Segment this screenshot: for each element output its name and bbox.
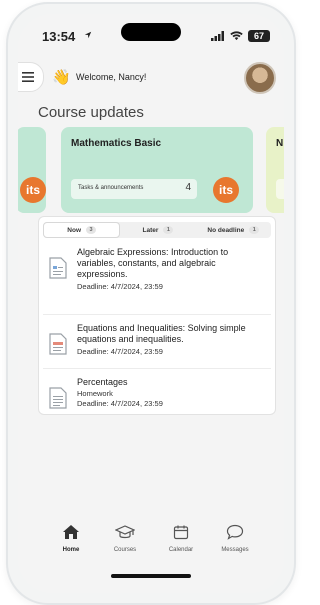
course-title-peek: N <box>276 138 284 149</box>
calendar-icon <box>173 525 189 540</box>
top-bar: 👋 Welcome, Nancy! <box>18 54 284 98</box>
course-card-previous[interactable]: its <box>18 127 46 213</box>
document-icon <box>49 333 67 355</box>
document-icon <box>49 257 67 279</box>
document-icon <box>49 387 67 409</box>
location-arrow-icon <box>84 31 92 39</box>
tasks-announcements-badge[interactable]: Tasks & announcements 4 <box>71 179 197 199</box>
assignment-item[interactable]: Percentages Homework Deadline: 4/7/2024,… <box>43 377 271 413</box>
tab-later[interactable]: Later 1 <box>120 222 195 238</box>
course-logo: its <box>20 177 46 203</box>
tasks-badge-peek <box>276 179 284 199</box>
assignment-title: Equations and Inequalities: Solving simp… <box>77 323 246 344</box>
tab-label: No deadline <box>207 226 245 234</box>
welcome-text: Welcome, Nancy! <box>76 72 147 82</box>
tasks-label: Tasks & announcements <box>78 185 144 191</box>
tab-label: Later <box>142 226 159 234</box>
nav-home[interactable]: Home <box>45 524 97 553</box>
tab-no-deadline[interactable]: No deadline 1 <box>196 222 271 238</box>
tab-label: Now <box>67 226 82 234</box>
chat-bubble-icon <box>226 524 244 540</box>
hamburger-icon <box>22 72 34 82</box>
tab-count: 1 <box>163 226 174 234</box>
course-logo: its <box>213 177 239 203</box>
status-time: 13:54 <box>42 29 76 44</box>
avatar[interactable] <box>244 62 276 94</box>
divider <box>43 368 271 369</box>
assignment-deadline: Deadline: 4/7/2024, 23:59 <box>77 347 163 356</box>
status-bar: 13:54 67 <box>18 29 284 49</box>
nav-messages[interactable]: Messages <box>209 524 261 553</box>
app-screen: 13:54 67 👋 Welcome, Nancy! Course update… <box>18 14 284 593</box>
nav-label: Courses <box>113 547 137 553</box>
assignment-deadline: Deadline: 4/7/2024, 23:59 <box>77 398 163 408</box>
course-title: Mathematics Basic <box>71 138 162 149</box>
assignments-panel: Now 3 Later 1 No deadline 1 Algebraic Ex… <box>38 216 276 415</box>
assignment-item[interactable]: Equations and Inequalities: Solving simp… <box>43 323 271 367</box>
tasks-count: 4 <box>185 182 191 193</box>
divider <box>43 314 271 315</box>
bottom-navigation: Home Courses Calendar Messages <box>18 524 284 564</box>
nav-courses[interactable]: Courses <box>99 524 151 553</box>
nav-label: Home <box>62 547 80 553</box>
battery-indicator: 67 <box>248 30 270 42</box>
nav-label: Calendar <box>168 547 194 553</box>
deadline-tabs: Now 3 Later 1 No deadline 1 <box>43 222 271 238</box>
course-card-next[interactable]: N <box>266 127 284 213</box>
waving-hand-icon: 👋 <box>52 69 71 86</box>
home-icon <box>63 525 79 539</box>
page-title: Course updates <box>38 104 144 121</box>
signal-icon <box>211 31 224 41</box>
wifi-icon <box>230 31 243 41</box>
tab-now[interactable]: Now 3 <box>43 222 121 238</box>
assignment-deadline: Deadline: 4/7/2024, 23:59 <box>77 282 163 291</box>
graduation-cap-icon <box>114 525 136 539</box>
nav-calendar[interactable]: Calendar <box>155 524 207 553</box>
course-card-mathematics-basic[interactable]: Mathematics Basic Tasks & announcements … <box>61 127 253 213</box>
tab-count: 1 <box>249 226 260 234</box>
phone-frame: 13:54 67 👋 Welcome, Nancy! Course update… <box>6 2 296 605</box>
assignment-type: Homework <box>77 389 113 398</box>
menu-button[interactable] <box>18 62 44 92</box>
assignment-title: Percentages <box>77 377 128 387</box>
assignment-title: Algebraic Expressions: Introduction to v… <box>77 247 229 279</box>
nav-label: Messages <box>221 547 249 553</box>
home-indicator <box>111 574 191 578</box>
assignment-item[interactable]: Algebraic Expressions: Introduction to v… <box>43 247 271 307</box>
tab-count: 3 <box>86 226 97 234</box>
